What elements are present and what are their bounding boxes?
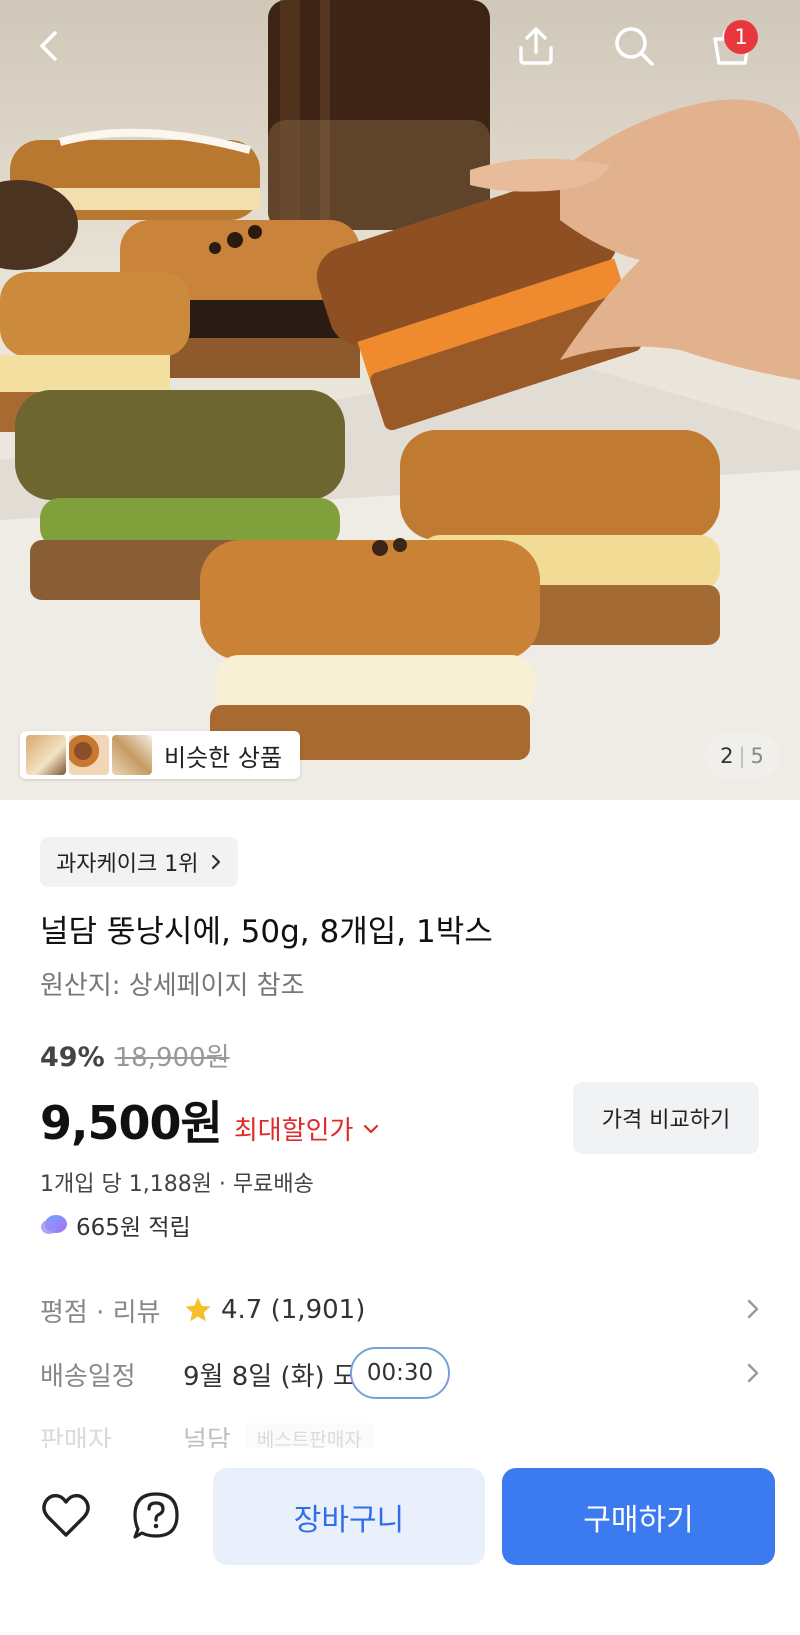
heart-icon [42, 1493, 90, 1537]
category-rank-chip[interactable]: 과자케이크 1위 [40, 837, 239, 887]
buy-now-button[interactable]: 구매하기 [502, 1468, 775, 1565]
back-button[interactable] [18, 14, 82, 78]
price-row: 9,500원 최대할인가 [40, 1087, 379, 1153]
similar-thumbnail [26, 735, 66, 775]
search-button[interactable] [602, 14, 666, 78]
reward-points: 665원 적립 [40, 1208, 191, 1242]
max-discount-toggle[interactable]: 최대할인가 [234, 1110, 380, 1147]
chevron-right-icon [747, 1299, 759, 1319]
pager-total: 5 [750, 744, 764, 768]
cart-count-badge: 1 [724, 20, 758, 54]
cash-points-icon [40, 1213, 68, 1237]
max-discount-label: 최대할인가 [233, 1116, 354, 1146]
similar-products-button[interactable]: 비슷한 상품 [20, 731, 300, 779]
product-image-carousel[interactable]: 1 비슷한 상품 2 | 5 [0, 0, 800, 800]
share-button[interactable] [504, 14, 568, 78]
top-navigation-bar: 1 [0, 0, 800, 96]
cart-button[interactable]: 1 [700, 14, 764, 78]
star-icon [185, 1297, 211, 1322]
share-icon [519, 27, 553, 65]
pager-current: 2 [720, 744, 734, 768]
product-photo [0, 0, 800, 800]
product-title: 널담 뚱낭시에, 50g, 8개입, 1박스 [40, 914, 493, 950]
discount-rate: 49% [40, 1042, 105, 1073]
similar-thumbnail [112, 735, 152, 775]
similar-thumbnails [26, 735, 152, 775]
pager-separator: | [738, 744, 746, 768]
rating-review-row[interactable]: 평점 · 리뷰 4.7 (1,901) [40, 1282, 760, 1338]
price-compare-button[interactable]: 가격 비교하기 [573, 1082, 759, 1154]
unit-price-shipping: 1개입 당 1,188원 · 무료배송 [40, 1172, 314, 1197]
discount-row: 49% 18,900원 [40, 1037, 230, 1074]
shipping-label: 배송일정 [40, 1361, 136, 1392]
shipping-value: 9월 8일 (화) 도 [183, 1361, 357, 1392]
chevron-down-icon [364, 1124, 379, 1133]
reward-points-text: 665원 적립 [76, 1215, 191, 1241]
rating-label: 평점 · 리뷰 [40, 1297, 161, 1328]
bottom-action-bar: 장바구니 구매하기 [0, 1448, 800, 1635]
wishlist-button[interactable] [38, 1488, 94, 1544]
product-origin: 원산지: 상세페이지 참조 [40, 971, 305, 1001]
product-inquiry-button[interactable] [128, 1488, 184, 1544]
rating-value: 4.7 (1,901) [183, 1295, 365, 1325]
question-icon [133, 1492, 179, 1539]
chevron-right-icon [747, 1363, 759, 1383]
chevron-right-icon [212, 854, 221, 870]
rank-chip-label: 과자케이크 1위 [56, 852, 199, 877]
similar-products-label: 비슷한 상품 [164, 743, 283, 772]
search-icon [615, 27, 654, 66]
delivery-countdown-timer: 00:30 [350, 1347, 450, 1399]
chevron-left-icon [40, 31, 57, 61]
sale-price: 9,500원 [40, 1096, 223, 1150]
original-price: 18,900원 [114, 1043, 230, 1073]
add-to-cart-button[interactable]: 장바구니 [213, 1468, 485, 1565]
similar-thumbnail [69, 735, 109, 775]
rating-score: 4.7 (1,901) [221, 1295, 366, 1325]
image-pager: 2 | 5 [704, 734, 780, 778]
